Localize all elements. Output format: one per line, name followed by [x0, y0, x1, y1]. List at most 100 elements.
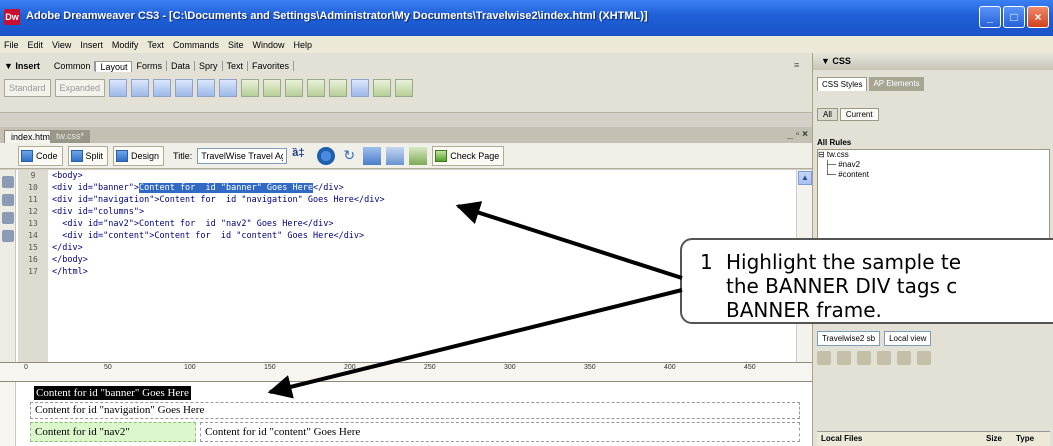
close-button[interactable]: ×: [1027, 6, 1049, 28]
code-line[interactable]: <div id="nav2">Content for id "nav2" Goe…: [52, 218, 792, 230]
ruler-mark: 250: [424, 364, 436, 371]
code-view-button[interactable]: Code: [18, 145, 63, 166]
column-right-icon[interactable]: [307, 79, 326, 97]
expand-all-icon[interactable]: [2, 212, 14, 224]
tab-ap-elements[interactable]: AP Elements: [869, 77, 924, 91]
code-line[interactable]: <div id="columns">: [52, 206, 792, 218]
css-panel-tabs: CSS Styles AP Elements: [817, 77, 924, 91]
check-page-icon: [435, 149, 448, 162]
scroll-up-arrow-icon[interactable]: ▲: [798, 171, 812, 185]
tab-layout[interactable]: Layout: [95, 60, 133, 72]
step-instruction: Highlight the sample te the BANNER DIV t…: [726, 250, 962, 322]
get-files-icon[interactable]: [857, 351, 871, 365]
menu-help[interactable]: Help: [293, 40, 312, 50]
preview-browser-icon[interactable]: [317, 146, 336, 165]
document-window-controls[interactable]: _ ▫ ×: [787, 129, 808, 140]
menu-file[interactable]: File: [4, 40, 19, 50]
panel-options-icon[interactable]: ≡: [794, 60, 799, 70]
current-rules-button[interactable]: Current: [839, 108, 879, 121]
all-rules-button[interactable]: All: [817, 108, 838, 121]
check-in-icon[interactable]: [917, 351, 931, 365]
tab-tw-css[interactable]: tw.css*: [50, 130, 91, 143]
refresh-icon[interactable]: [837, 351, 851, 365]
menu-modify[interactable]: Modify: [112, 40, 139, 50]
column-size[interactable]: Size: [986, 432, 1016, 446]
no-browser-check-errors-icon[interactable]: ȁ‡: [292, 147, 312, 165]
design-navigation-div[interactable]: Content for id "navigation" Goes Here: [30, 402, 800, 419]
code-line[interactable]: <body>: [52, 170, 792, 182]
design-view-button[interactable]: Design: [113, 145, 165, 166]
tab-data[interactable]: Data: [167, 61, 195, 71]
design-nav2-div[interactable]: Content for id "nav2": [30, 422, 196, 442]
draw-ap-div-icon[interactable]: [153, 79, 172, 97]
expanded-mode-button[interactable]: Expanded: [54, 79, 106, 97]
line-number: 10: [28, 183, 38, 192]
site-select[interactable]: Travelwise2 sb: [817, 331, 881, 346]
select-parent-tag-icon[interactable]: [2, 230, 14, 242]
frames-icon[interactable]: [329, 79, 348, 97]
column-left-icon[interactable]: [285, 79, 304, 97]
files-toolbar: Travelwise2 sb Local view: [817, 331, 932, 346]
minimize-button[interactable]: _: [979, 6, 1001, 28]
tree-item-nav2[interactable]: ├─ #nav2: [818, 160, 1049, 170]
maximize-button[interactable]: □: [1003, 6, 1025, 28]
row-above-icon[interactable]: [241, 79, 260, 97]
row-below-icon[interactable]: [263, 79, 282, 97]
put-files-icon[interactable]: [877, 351, 891, 365]
menu-text[interactable]: Text: [147, 40, 164, 50]
layout-table-icon[interactable]: [175, 79, 194, 97]
menu-site[interactable]: Site: [228, 40, 244, 50]
refresh-icon[interactable]: ↻: [340, 147, 358, 165]
tab-common[interactable]: Common: [50, 61, 96, 71]
highlighted-banner-text[interactable]: Content for id "banner" Goes Here: [139, 183, 313, 193]
tab-favorites[interactable]: Favorites: [248, 61, 295, 71]
iframe-icon[interactable]: [351, 79, 370, 97]
line-number: 12: [28, 207, 38, 216]
code-line-banner[interactable]: <div id="banner">Content for id "banner"…: [52, 182, 792, 194]
table-icon[interactable]: [109, 79, 128, 97]
standard-mode-button[interactable]: Standard: [4, 79, 51, 97]
insert-div-icon[interactable]: [131, 79, 150, 97]
design-view[interactable]: Content for id "banner" Goes Here Conten…: [0, 382, 812, 446]
view-options-icon[interactable]: [363, 146, 382, 165]
code-text: </div>: [313, 183, 344, 193]
split-view-button[interactable]: Split: [67, 145, 109, 166]
menu-insert[interactable]: Insert: [80, 40, 103, 50]
check-out-icon[interactable]: [897, 351, 911, 365]
menu-edit[interactable]: Edit: [28, 40, 44, 50]
code-line[interactable]: <div id="content">Content for id "conten…: [52, 230, 792, 242]
spry-icon[interactable]: [373, 79, 392, 97]
insert-panel-title[interactable]: ▼ Insert: [4, 61, 40, 71]
open-documents-icon[interactable]: [2, 176, 14, 188]
tab-css-styles[interactable]: CSS Styles: [817, 77, 868, 91]
validate-markup-icon[interactable]: [409, 146, 428, 165]
tree-item-stylesheet[interactable]: ⊟ tw.css: [818, 150, 1049, 160]
tab-spry[interactable]: Spry: [195, 61, 223, 71]
menu-window[interactable]: Window: [252, 40, 284, 50]
tree-item-content[interactable]: └─ #content: [818, 170, 1049, 180]
ruler-mark: 300: [504, 364, 516, 371]
tab-text[interactable]: Text: [223, 61, 249, 71]
connect-icon[interactable]: [817, 351, 831, 365]
page-title-input[interactable]: [197, 147, 288, 164]
line-number: 13: [28, 219, 38, 228]
draw-layout-icon[interactable]: [219, 79, 238, 97]
spry-panels-icon[interactable]: [395, 79, 414, 97]
column-type[interactable]: Type: [1016, 432, 1050, 446]
design-banner-selection[interactable]: Content for id "banner" Goes Here: [34, 386, 191, 400]
tab-forms[interactable]: Forms: [132, 61, 167, 71]
collapse-tag-icon[interactable]: [2, 194, 14, 206]
layout-cell-icon[interactable]: [197, 79, 216, 97]
files-list-header: Local Files Size Type: [817, 431, 1050, 446]
ruler-mark: 400: [664, 364, 676, 371]
code-line[interactable]: <div id="navigation">Content for id "nav…: [52, 194, 792, 206]
visual-aids-icon[interactable]: [386, 146, 405, 165]
design-content-div[interactable]: Content for id "content" Goes Here: [200, 422, 800, 442]
view-select[interactable]: Local view: [884, 331, 932, 346]
column-local-files[interactable]: Local Files: [817, 432, 986, 446]
check-page-button[interactable]: Check Page: [432, 145, 505, 166]
menu-commands[interactable]: Commands: [173, 40, 219, 50]
menu-view[interactable]: View: [52, 40, 71, 50]
dreamweaver-window: Dw Adobe Dreamweaver CS3 - [C:\Documents…: [0, 0, 1053, 446]
css-panel-header[interactable]: ▼ CSS: [813, 53, 1053, 70]
